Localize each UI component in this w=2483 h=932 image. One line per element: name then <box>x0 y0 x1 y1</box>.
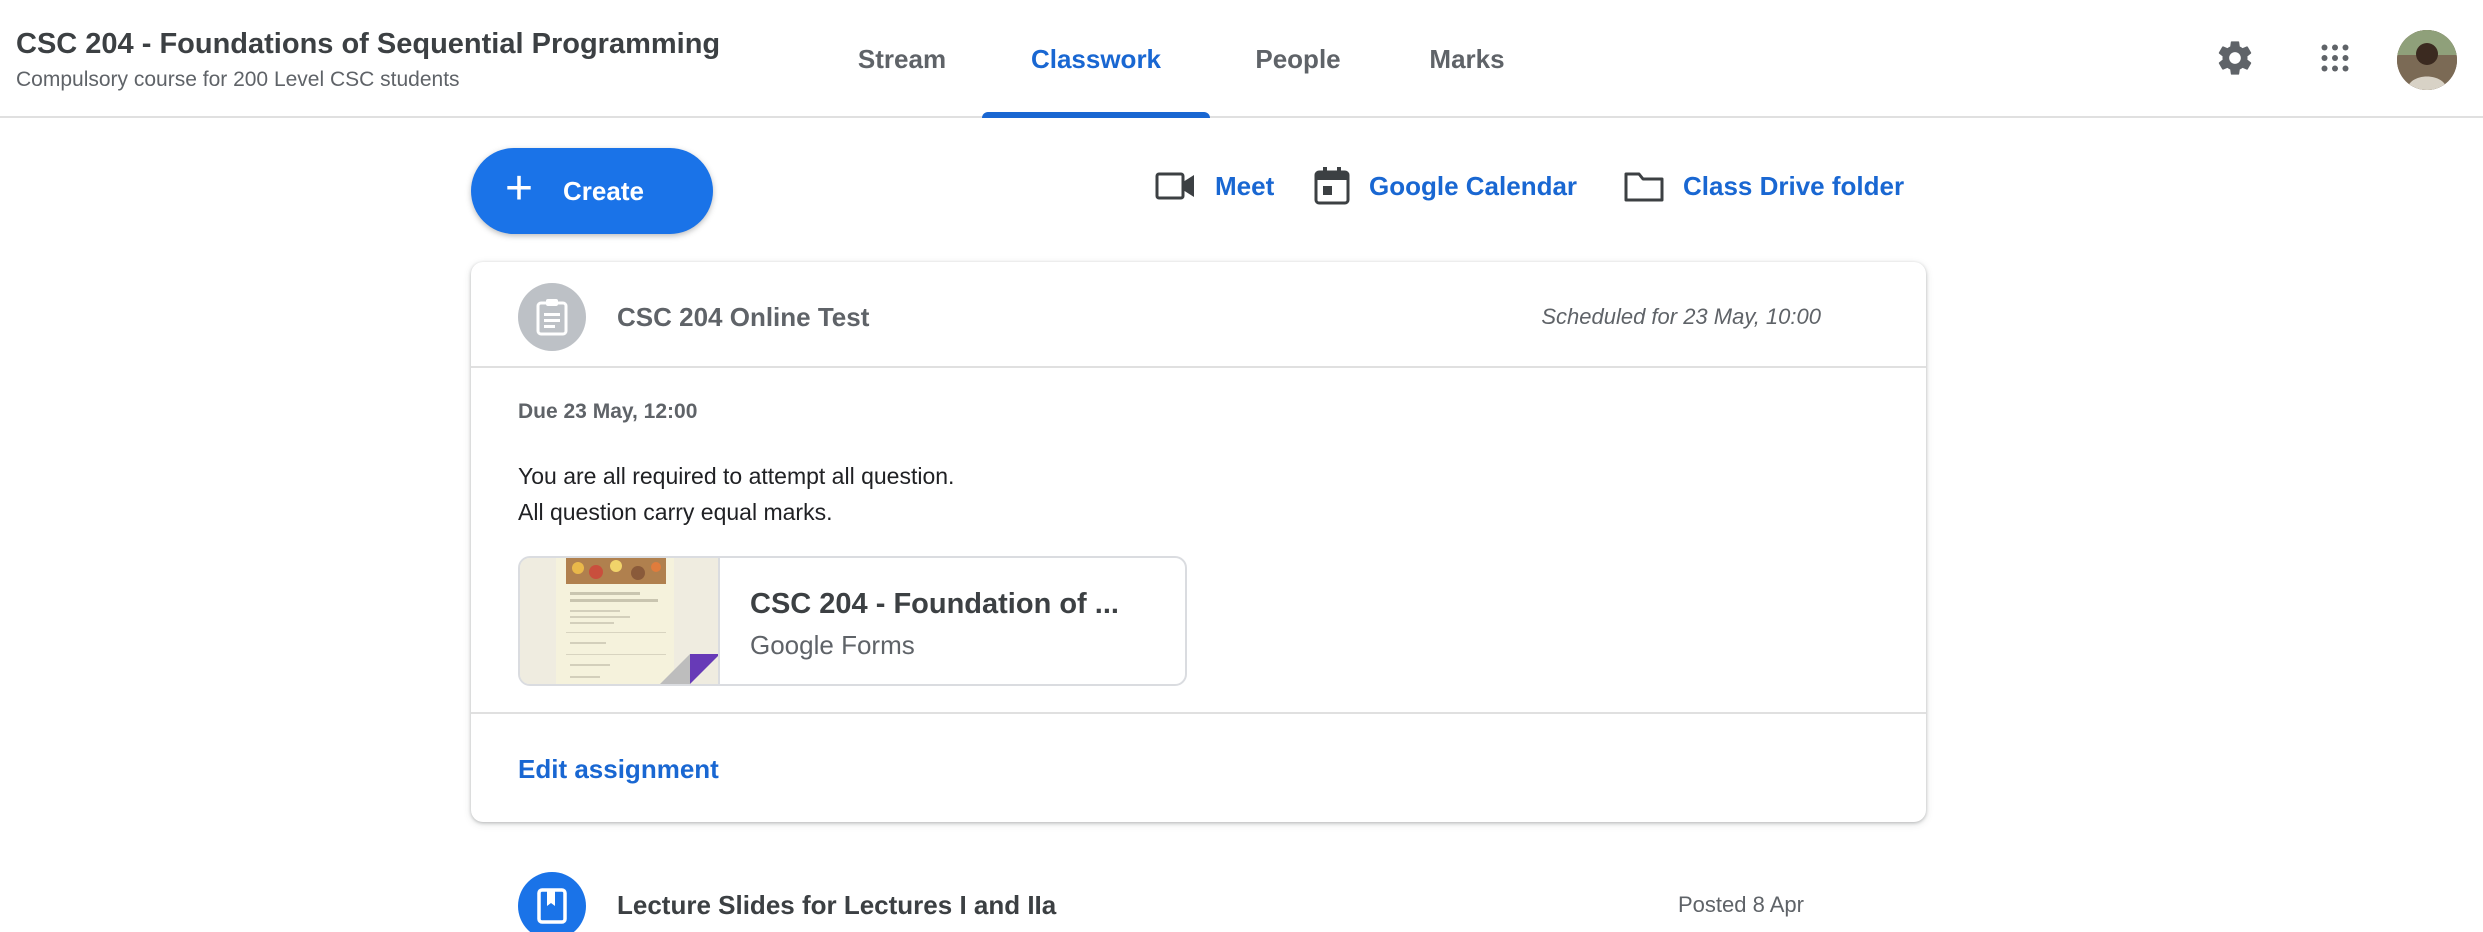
create-button[interactable]: + Create <box>471 148 713 234</box>
class-title[interactable]: CSC 204 - Foundations of Sequential Prog… <box>16 28 720 61</box>
apps-grid-icon[interactable] <box>2313 36 2357 80</box>
assignment-icon <box>518 283 586 351</box>
scheduled-text: Scheduled for 23 May, 10:00 <box>1541 304 1821 329</box>
attachment-title: CSC 204 - Foundation of ... <box>750 588 1119 620</box>
tab-bar: Stream Classwork People Marks <box>822 0 1548 118</box>
avatar[interactable] <box>2397 30 2457 90</box>
video-camera-icon <box>1155 172 1194 200</box>
assignment-description: You are all required to attempt all ques… <box>518 458 954 530</box>
calendar-icon <box>1314 167 1350 205</box>
attachment-card[interactable]: CSC 204 - Foundation of ... Google Forms <box>518 556 1187 686</box>
google-calendar-label: Google Calendar <box>1369 170 1578 201</box>
tab-marks[interactable]: Marks <box>1386 0 1548 118</box>
tab-people[interactable]: People <box>1210 0 1386 118</box>
assignment-title: CSC 204 Online Test <box>617 302 870 332</box>
class-drive-folder-link[interactable]: Class Drive folder <box>1623 166 1904 206</box>
attachment-type: Google Forms <box>750 630 915 660</box>
gear-icon[interactable] <box>2213 36 2257 80</box>
meet-label: Meet <box>1215 170 1275 201</box>
form-thumbnail <box>520 558 720 684</box>
folder-icon <box>1624 172 1664 202</box>
assignment-card: CSC 204 Online Test Scheduled for 23 May… <box>471 262 1926 822</box>
class-drive-folder-label: Class Drive folder <box>1683 170 1905 201</box>
edit-assignment-link[interactable]: Edit assignment <box>518 754 719 785</box>
google-calendar-link[interactable]: Google Calendar <box>1313 166 1577 206</box>
plus-icon: + <box>505 162 534 215</box>
top-bar: CSC 204 - Foundations of Sequential Prog… <box>0 0 2483 118</box>
assignment-header[interactable]: CSC 204 Online Test Scheduled for 23 May… <box>471 262 1926 368</box>
assignment-footer: Edit assignment <box>471 712 1926 822</box>
material-title[interactable]: Lecture Slides for Lectures I and IIa <box>617 890 1056 921</box>
material-icon <box>518 872 586 932</box>
description-line: All question carry equal marks. <box>518 499 833 525</box>
meet-link[interactable]: Meet <box>1155 166 1274 206</box>
description-line: You are all required to attempt all ques… <box>518 463 955 489</box>
tab-classwork[interactable]: Classwork <box>982 0 1210 118</box>
due-date: Due 23 May, 12:00 <box>518 400 698 423</box>
posted-date: Posted 8 Apr <box>1678 892 1804 917</box>
tab-stream[interactable]: Stream <box>822 0 982 118</box>
create-label: Create <box>563 175 644 206</box>
class-subtitle: Compulsory course for 200 Level CSC stud… <box>16 68 460 91</box>
